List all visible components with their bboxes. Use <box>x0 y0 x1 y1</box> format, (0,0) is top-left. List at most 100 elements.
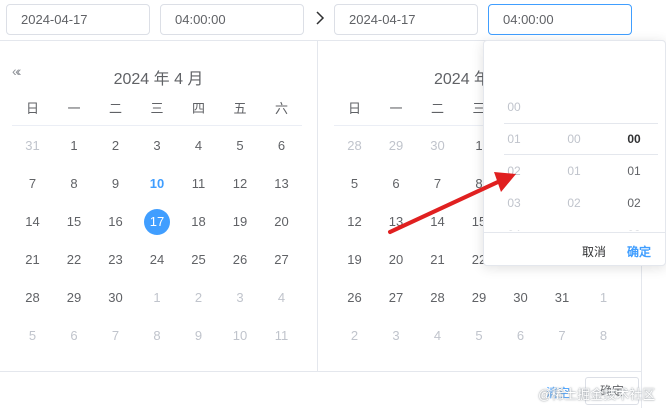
time-option[interactable]: 02 <box>604 187 664 219</box>
minute-column[interactable]: 00 01 02 <box>544 41 604 231</box>
day-cell[interactable]: 2 <box>334 323 375 361</box>
second-column[interactable]: 00010203 <box>604 41 664 231</box>
day-number: 22 <box>66 252 82 267</box>
day-cell[interactable]: 30 <box>417 133 458 171</box>
day-cell[interactable]: 29 <box>54 285 95 323</box>
start-date-input[interactable]: 2024-04-17 <box>6 4 150 35</box>
day-cell[interactable]: 23 <box>95 247 136 285</box>
day-cell[interactable]: 1 <box>583 285 624 323</box>
day-cell[interactable]: 22 <box>54 247 95 285</box>
day-cell[interactable]: 18 <box>178 209 219 247</box>
day-cell[interactable]: 10 <box>220 323 261 361</box>
day-cell[interactable]: 30 <box>95 285 136 323</box>
time-option[interactable]: 03 <box>484 187 544 219</box>
day-cell[interactable]: 5 <box>12 323 53 361</box>
watermark: @稀土掘金技术社区 <box>538 387 656 402</box>
day-cell[interactable]: 19 <box>334 247 375 285</box>
time-option[interactable]: 02 <box>544 187 604 219</box>
day-cell[interactable]: 5 <box>459 323 500 361</box>
day-cell[interactable]: 20 <box>376 247 417 285</box>
day-cell[interactable]: 29 <box>376 133 417 171</box>
day-cell[interactable]: 19 <box>220 209 261 247</box>
time-option[interactable]: 03 <box>604 219 664 231</box>
day-number: 6 <box>70 328 78 343</box>
day-number: 12 <box>347 214 362 229</box>
day-cell[interactable]: 13 <box>261 171 302 209</box>
time-option[interactable]: 01 <box>544 155 604 187</box>
day-cell[interactable]: 2 <box>95 133 136 171</box>
day-cell[interactable]: 6 <box>261 133 302 171</box>
day-cell[interactable]: 9 <box>178 323 219 361</box>
day-number: 7 <box>111 328 120 343</box>
day-cell[interactable]: 26 <box>334 285 375 323</box>
weekday-label: 四 <box>191 101 205 116</box>
day-cell[interactable]: 31 <box>542 285 583 323</box>
day-cell[interactable]: 28 <box>417 285 458 323</box>
day-cell[interactable]: 16 <box>95 209 136 247</box>
day-cell[interactable]: 8 <box>54 171 95 209</box>
time-option[interactable]: 00 <box>484 91 544 123</box>
day-cell[interactable]: 9 <box>95 171 136 209</box>
day-number: 8 <box>475 176 483 191</box>
time-option[interactable]: 00 <box>604 123 664 155</box>
day-cell[interactable]: 5 <box>220 133 261 171</box>
day-cell[interactable]: 4 <box>417 323 458 361</box>
day-cell[interactable]: 20 <box>261 209 302 247</box>
day-cell[interactable]: 27 <box>376 285 417 323</box>
datetime-range-picker: 2024-04-17 04:00:00 2024-04-17 04:00:00 … <box>0 0 666 408</box>
day-cell[interactable]: 24 <box>137 247 178 285</box>
time-option[interactable]: 01 <box>604 155 664 187</box>
day-cell[interactable]: 12 <box>220 171 261 209</box>
day-cell[interactable]: 7 <box>12 171 53 209</box>
day-cell[interactable]: 3 <box>220 285 261 323</box>
day-cell[interactable]: 7 <box>542 323 583 361</box>
day-cell[interactable]: 21 <box>417 247 458 285</box>
day-cell[interactable]: 12 <box>334 209 375 247</box>
day-cell[interactable]: 11 <box>261 323 302 361</box>
end-date-input[interactable]: 2024-04-17 <box>334 4 478 35</box>
time-option[interactable]: 02 <box>484 155 544 187</box>
day-number: 28 <box>25 290 40 305</box>
end-time-input[interactable]: 04:00:00 <box>488 4 632 35</box>
day-cell[interactable]: 2 <box>178 285 219 323</box>
day-cell[interactable]: 3 <box>376 323 417 361</box>
day-cell[interactable]: 4 <box>261 285 302 323</box>
day-cell[interactable]: 28 <box>12 285 53 323</box>
day-cell[interactable]: 14 <box>417 209 458 247</box>
day-cell[interactable]: 27 <box>261 247 302 285</box>
day-cell[interactable]: 5 <box>334 171 375 209</box>
day-cell[interactable]: 28 <box>334 133 375 171</box>
day-cell[interactable]: 1 <box>137 285 178 323</box>
day-cell[interactable]: 29 <box>459 285 500 323</box>
day-cell[interactable]: 11 <box>178 171 219 209</box>
day-cell[interactable]: 1 <box>54 133 95 171</box>
day-cell[interactable]: 6 <box>500 323 541 361</box>
day-cell[interactable]: 13 <box>376 209 417 247</box>
day-number: 11 <box>191 176 206 191</box>
time-cancel-button[interactable]: 取消 <box>582 243 606 260</box>
day-cell[interactable]: 25 <box>178 247 219 285</box>
time-option[interactable]: 00 <box>544 123 604 155</box>
hour-column[interactable]: 0001020304 <box>484 41 544 231</box>
day-number: 1 <box>599 290 608 305</box>
day-cell[interactable]: 17 <box>137 209 178 247</box>
time-confirm-button[interactable]: 确定 <box>627 243 651 260</box>
day-cell[interactable]: 8 <box>583 323 624 361</box>
start-time-input[interactable]: 04:00:00 <box>160 4 304 35</box>
day-cell[interactable]: 6 <box>376 171 417 209</box>
day-cell[interactable]: 4 <box>178 133 219 171</box>
day-cell[interactable]: 7 <box>95 323 136 361</box>
day-cell[interactable]: 14 <box>12 209 53 247</box>
day-cell[interactable]: 3 <box>137 133 178 171</box>
day-cell[interactable]: 30 <box>500 285 541 323</box>
time-option[interactable]: 01 <box>484 123 544 155</box>
day-cell[interactable]: 7 <box>417 171 458 209</box>
time-option[interactable]: 04 <box>484 219 544 231</box>
day-cell[interactable]: 15 <box>54 209 95 247</box>
day-cell[interactable]: 6 <box>54 323 95 361</box>
day-cell[interactable]: 31 <box>12 133 53 171</box>
day-cell[interactable]: 21 <box>12 247 53 285</box>
day-cell[interactable]: 8 <box>137 323 178 361</box>
day-cell[interactable]: 10 <box>137 171 178 209</box>
day-cell[interactable]: 26 <box>220 247 261 285</box>
